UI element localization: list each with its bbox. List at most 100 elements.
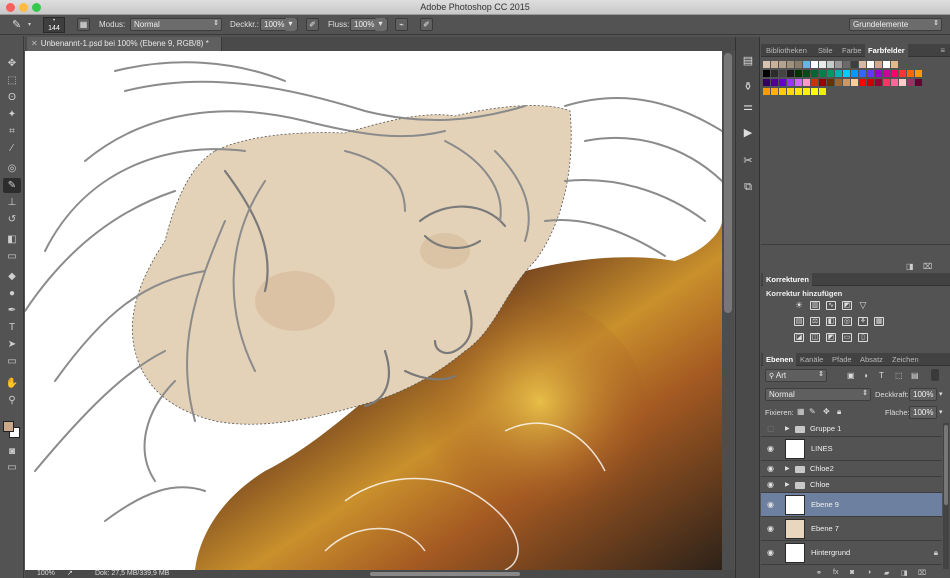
color-swatch[interactable]: [787, 61, 794, 68]
posterize-icon[interactable]: ◫: [810, 333, 820, 342]
fill-input[interactable]: 100%: [909, 406, 937, 419]
color-swatch[interactable]: [811, 88, 818, 95]
layer-row[interactable]: ◉ ▶ Chloe: [761, 477, 942, 493]
properties-icon[interactable]: ⚌: [740, 99, 756, 115]
selective-color-icon[interactable]: ▯: [858, 333, 868, 342]
color-swatch[interactable]: [803, 88, 810, 95]
color-swatch[interactable]: [827, 79, 834, 86]
layer-row[interactable]: ▢ ▶ Gruppe 1: [761, 421, 942, 437]
color-swatch[interactable]: [859, 79, 866, 86]
color-swatch[interactable]: [795, 79, 802, 86]
layer-style-icon[interactable]: fx: [833, 569, 838, 576]
trash-icon[interactable]: ⌧: [923, 262, 932, 271]
chevron-down-icon[interactable]: ▾: [939, 390, 943, 398]
color-lookup-icon[interactable]: ▦: [874, 317, 884, 326]
color-swatch[interactable]: [843, 79, 850, 86]
channel-mixer-icon[interactable]: ⚘: [858, 317, 868, 326]
tab-channels[interactable]: Kanäle: [797, 353, 826, 366]
color-swatch[interactable]: [867, 61, 874, 68]
visibility-eye-icon[interactable]: ▢: [767, 424, 775, 433]
brush-preset-icon[interactable]: ✎: [12, 18, 21, 31]
visibility-eye-icon[interactable]: ◉: [767, 480, 774, 489]
visibility-eye-icon[interactable]: ◉: [767, 444, 774, 453]
lasso-tool-icon[interactable]: ʘ: [3, 90, 21, 105]
quick-select-tool-icon[interactable]: ✦: [3, 107, 21, 122]
document-tab[interactable]: ✕ Unbenannt-1.psd bei 100% (Ebene 9, RGB/…: [27, 37, 222, 51]
actions-play-icon[interactable]: ▶: [740, 125, 756, 141]
color-swatch[interactable]: [819, 61, 826, 68]
tab-styles[interactable]: Stile: [815, 44, 836, 57]
color-swatch[interactable]: [899, 79, 906, 86]
color-swatch[interactable]: [787, 70, 794, 77]
color-swatch[interactable]: [763, 61, 770, 68]
history-panel-icon[interactable]: ▤: [740, 53, 756, 69]
color-swatch[interactable]: [899, 70, 906, 77]
color-swatch[interactable]: [875, 70, 882, 77]
black-white-icon[interactable]: ◧: [826, 317, 836, 326]
color-swatch[interactable]: [915, 79, 922, 86]
share-icon[interactable]: ↗: [67, 570, 73, 578]
color-swatch[interactable]: [851, 70, 858, 77]
path-select-tool-icon[interactable]: ➤: [3, 337, 21, 352]
color-swatch[interactable]: [891, 61, 898, 68]
layer-row[interactable]: ◉ ▶ Chloe2: [761, 461, 942, 477]
tab-color[interactable]: Farbe: [839, 44, 865, 57]
color-swatch[interactable]: [859, 70, 866, 77]
horizontal-scrollbar-thumb[interactable]: [370, 572, 520, 576]
document-info[interactable]: Dok: 27,5 MB/339,9 MB: [95, 570, 169, 578]
expand-chevron-icon[interactable]: ▶: [785, 481, 790, 488]
hand-tool-icon[interactable]: ✋: [3, 376, 21, 391]
color-swatch[interactable]: [787, 79, 794, 86]
tab-swatches[interactable]: Farbfelder: [865, 44, 908, 57]
color-swatch[interactable]: [771, 79, 778, 86]
opacity-dropdown-icon[interactable]: ▾: [285, 18, 296, 31]
filter-adjustment-icon[interactable]: ◑: [863, 371, 868, 380]
photo-filter-icon[interactable]: ◎: [842, 317, 852, 326]
color-swatch[interactable]: [835, 79, 842, 86]
color-swatch[interactable]: [875, 79, 882, 86]
filter-toggle[interactable]: [931, 369, 939, 381]
screen-mode-icon[interactable]: ▭: [3, 460, 21, 475]
expand-chevron-icon[interactable]: ▶: [785, 425, 790, 432]
vibrance-icon[interactable]: ▽: [858, 301, 868, 310]
invert-icon[interactable]: ◪: [794, 333, 804, 342]
color-swatch[interactable]: [883, 79, 890, 86]
visibility-eye-icon[interactable]: ◉: [767, 500, 774, 509]
color-swatch[interactable]: [835, 70, 842, 77]
color-swatch[interactable]: [795, 61, 802, 68]
tab-adjustments[interactable]: Korrekturen: [763, 273, 812, 286]
healing-tool-icon[interactable]: ◎: [3, 161, 21, 176]
visibility-eye-icon[interactable]: ◉: [767, 548, 774, 557]
history-brush-tool-icon[interactable]: ↺: [3, 212, 21, 227]
quick-mask-icon[interactable]: ◙: [3, 444, 21, 459]
chevron-down-icon[interactable]: ▾: [28, 21, 31, 28]
layer-opacity-input[interactable]: 100%: [909, 388, 937, 401]
airbrush-icon[interactable]: ⌁: [395, 18, 408, 31]
color-swatch[interactable]: [827, 61, 834, 68]
visibility-eye-icon[interactable]: ◉: [767, 464, 774, 473]
color-swatch[interactable]: [811, 70, 818, 77]
layer-row[interactable]: ◉ Ebene 7: [761, 517, 942, 541]
color-swatch[interactable]: [763, 79, 770, 86]
color-swatch[interactable]: [851, 61, 858, 68]
color-swatch[interactable]: [803, 79, 810, 86]
marquee-tool-icon[interactable]: ⬚: [3, 73, 21, 88]
color-swatch[interactable]: [779, 79, 786, 86]
scrollbar-thumb[interactable]: [724, 53, 732, 313]
color-swatch[interactable]: [883, 70, 890, 77]
color-swatch[interactable]: [771, 70, 778, 77]
color-swatch[interactable]: [875, 61, 882, 68]
tab-layers[interactable]: Ebenen: [763, 353, 797, 366]
tab-character[interactable]: Zeichen: [889, 353, 922, 366]
workspace-select[interactable]: Grundelemente ⇕: [849, 18, 942, 31]
color-swatch[interactable]: [891, 79, 898, 86]
color-swatch[interactable]: [819, 79, 826, 86]
color-swatch[interactable]: [795, 70, 802, 77]
brush-size-picker[interactable]: • 144: [43, 17, 65, 33]
delete-layer-icon[interactable]: ⌧: [918, 569, 926, 577]
brightness-icon[interactable]: ☀: [794, 301, 804, 310]
new-group-icon[interactable]: ▰: [884, 569, 889, 577]
chevron-down-icon[interactable]: ▾: [939, 408, 943, 416]
color-swatch[interactable]: [803, 70, 810, 77]
color-swatch[interactable]: [867, 79, 874, 86]
